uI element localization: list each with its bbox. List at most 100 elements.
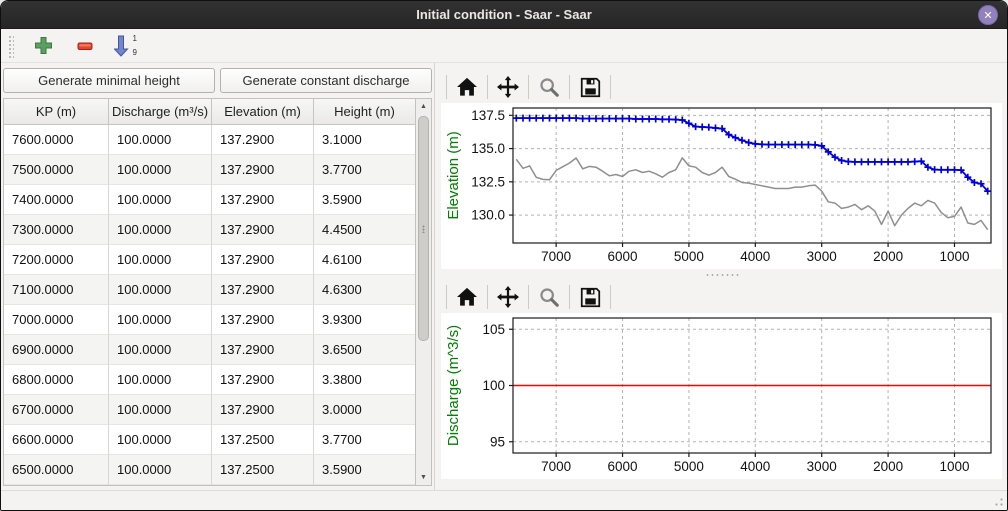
table-cell[interactable]: 3.3800 [314,365,415,395]
zoom-button[interactable] [534,283,564,311]
table-cell[interactable]: 100.0000 [109,245,212,275]
svg-text:100: 100 [482,378,505,393]
generate-buttons-row: Generate minimal height Generate constan… [3,68,432,93]
svg-text:Elevation (m): Elevation (m) [445,131,462,219]
table-row[interactable]: 6600.0000100.0000137.25003.7700 [4,425,415,455]
table-scrollbar[interactable]: ▲ ▼ [415,99,431,485]
pan-button[interactable] [493,73,523,101]
generate-constant-discharge-button[interactable]: Generate constant discharge [220,68,432,93]
table-cell[interactable]: 100.0000 [109,395,212,425]
save-button[interactable] [575,283,605,311]
table-cell[interactable]: 137.2900 [212,305,314,335]
svg-text:7000: 7000 [541,249,571,264]
zoom-button[interactable] [534,73,564,101]
svg-text:4000: 4000 [740,249,770,264]
table-header: KP (m)Discharge (m³/s)Elevation (m)Heigh… [4,99,415,125]
table-cell[interactable]: 6700.0000 [4,395,109,425]
table-cell[interactable]: 7000.0000 [4,305,109,335]
sort-ascending-button[interactable]: 1 9 [114,33,138,59]
table-cell[interactable]: 7600.0000 [4,125,109,155]
table-row[interactable]: 7500.0000100.0000137.29003.7700 [4,155,415,185]
table-cell[interactable]: 100.0000 [109,185,212,215]
add-row-button[interactable] [30,33,56,59]
table-cell[interactable]: 100.0000 [109,425,212,455]
table-cell[interactable]: 7200.0000 [4,245,109,275]
table-cell[interactable]: 4.6300 [314,275,415,305]
table-cell[interactable]: 7400.0000 [4,185,109,215]
table-cell[interactable]: 3.5900 [314,185,415,215]
remove-row-button[interactable] [72,33,98,59]
close-button[interactable]: ✕ [978,5,998,25]
column-header[interactable]: Discharge (m³/s) [109,99,212,124]
toolbar-drag-handle[interactable] [7,34,14,58]
table-row[interactable]: 7400.0000100.0000137.29003.5900 [4,185,415,215]
table-cell[interactable]: 6800.0000 [4,365,109,395]
table-cell[interactable]: 137.2900 [212,275,314,305]
table-cell[interactable]: 137.2900 [212,125,314,155]
elevation-figure[interactable]: 7000600050004000300020001000137.5135.013… [441,103,1002,269]
table-cell[interactable]: 6900.0000 [4,335,109,365]
table-cell[interactable]: 137.2900 [212,155,314,185]
table-cell[interactable]: 7300.0000 [4,215,109,245]
table-cell[interactable]: 137.2500 [212,455,314,485]
table-cell[interactable]: 100.0000 [109,305,212,335]
table-cell[interactable]: 6600.0000 [4,425,109,455]
scroll-up-arrow-icon[interactable]: ▲ [416,99,431,114]
table-row[interactable]: 7200.0000100.0000137.29004.6100 [4,245,415,275]
minus-icon [76,37,94,55]
resize-grip-icon[interactable] [991,494,1004,507]
table-row[interactable]: 6800.0000100.0000137.29003.3800 [4,365,415,395]
table-cell[interactable]: 137.2900 [212,185,314,215]
table-row[interactable]: 7600.0000100.0000137.29003.1000 [4,125,415,155]
table-cell[interactable]: 3.6500 [314,335,415,365]
table-cell[interactable]: 3.7700 [314,155,415,185]
table-cell[interactable]: 3.7700 [314,425,415,455]
table-cell[interactable]: 4.6100 [314,245,415,275]
table-cell[interactable]: 3.0000 [314,395,415,425]
table-cell[interactable]: 4.4500 [314,215,415,245]
scrollbar-thumb[interactable] [418,116,429,341]
table-cell[interactable]: 137.2900 [212,365,314,395]
table-cell[interactable]: 137.2900 [212,395,314,425]
home-button[interactable] [452,73,482,101]
table-cell[interactable]: 3.5900 [314,455,415,485]
table-cell[interactable]: 137.2900 [212,335,314,365]
table-cell[interactable]: 100.0000 [109,125,212,155]
toolbar-separator [487,285,488,309]
table-cell[interactable]: 3.9300 [314,305,415,335]
scroll-down-arrow-icon[interactable]: ▼ [416,470,431,485]
generate-minimal-height-button[interactable]: Generate minimal height [3,68,215,93]
scrollbar-track[interactable] [416,114,431,470]
table-cell[interactable]: 100.0000 [109,275,212,305]
column-header[interactable]: KP (m) [4,99,109,124]
column-header[interactable]: Height (m) [314,99,415,124]
home-button[interactable] [452,283,482,311]
table-cell[interactable]: 100.0000 [109,365,212,395]
table-cell[interactable]: 6500.0000 [4,455,109,485]
table-cell[interactable]: 3.1000 [314,125,415,155]
table-row[interactable]: 6700.0000100.0000137.29003.0000 [4,395,415,425]
table-row[interactable]: 7300.0000100.0000137.29004.4500 [4,215,415,245]
table-cell[interactable]: 137.2900 [212,245,314,275]
table-cell[interactable]: 100.0000 [109,215,212,245]
discharge-figure[interactable]: 700060005000400030002000100010510095Disc… [441,313,1002,479]
table-cell[interactable]: 137.2900 [212,215,314,245]
table-row[interactable]: 6900.0000100.0000137.29003.6500 [4,335,415,365]
plot-splitter[interactable] [441,269,1002,281]
table-grid: KP (m)Discharge (m³/s)Elevation (m)Heigh… [4,99,415,485]
plus-icon [34,36,53,55]
table-cell[interactable]: 137.2500 [212,425,314,455]
svg-text:135.0: 135.0 [471,141,505,156]
table-cell[interactable]: 100.0000 [109,335,212,365]
table-cell[interactable]: 100.0000 [109,155,212,185]
table-row[interactable]: 7000.0000100.0000137.29003.9300 [4,305,415,335]
save-button[interactable] [575,73,605,101]
title-bar[interactable]: Initial condition - Saar - Saar ✕ [1,1,1007,29]
table-row[interactable]: 6500.0000100.0000137.25003.5900 [4,455,415,485]
table-cell[interactable]: 7500.0000 [4,155,109,185]
table-row[interactable]: 7100.0000100.0000137.29004.6300 [4,275,415,305]
column-header[interactable]: Elevation (m) [212,99,314,124]
table-cell[interactable]: 7100.0000 [4,275,109,305]
pan-button[interactable] [493,283,523,311]
table-cell[interactable]: 100.0000 [109,455,212,485]
